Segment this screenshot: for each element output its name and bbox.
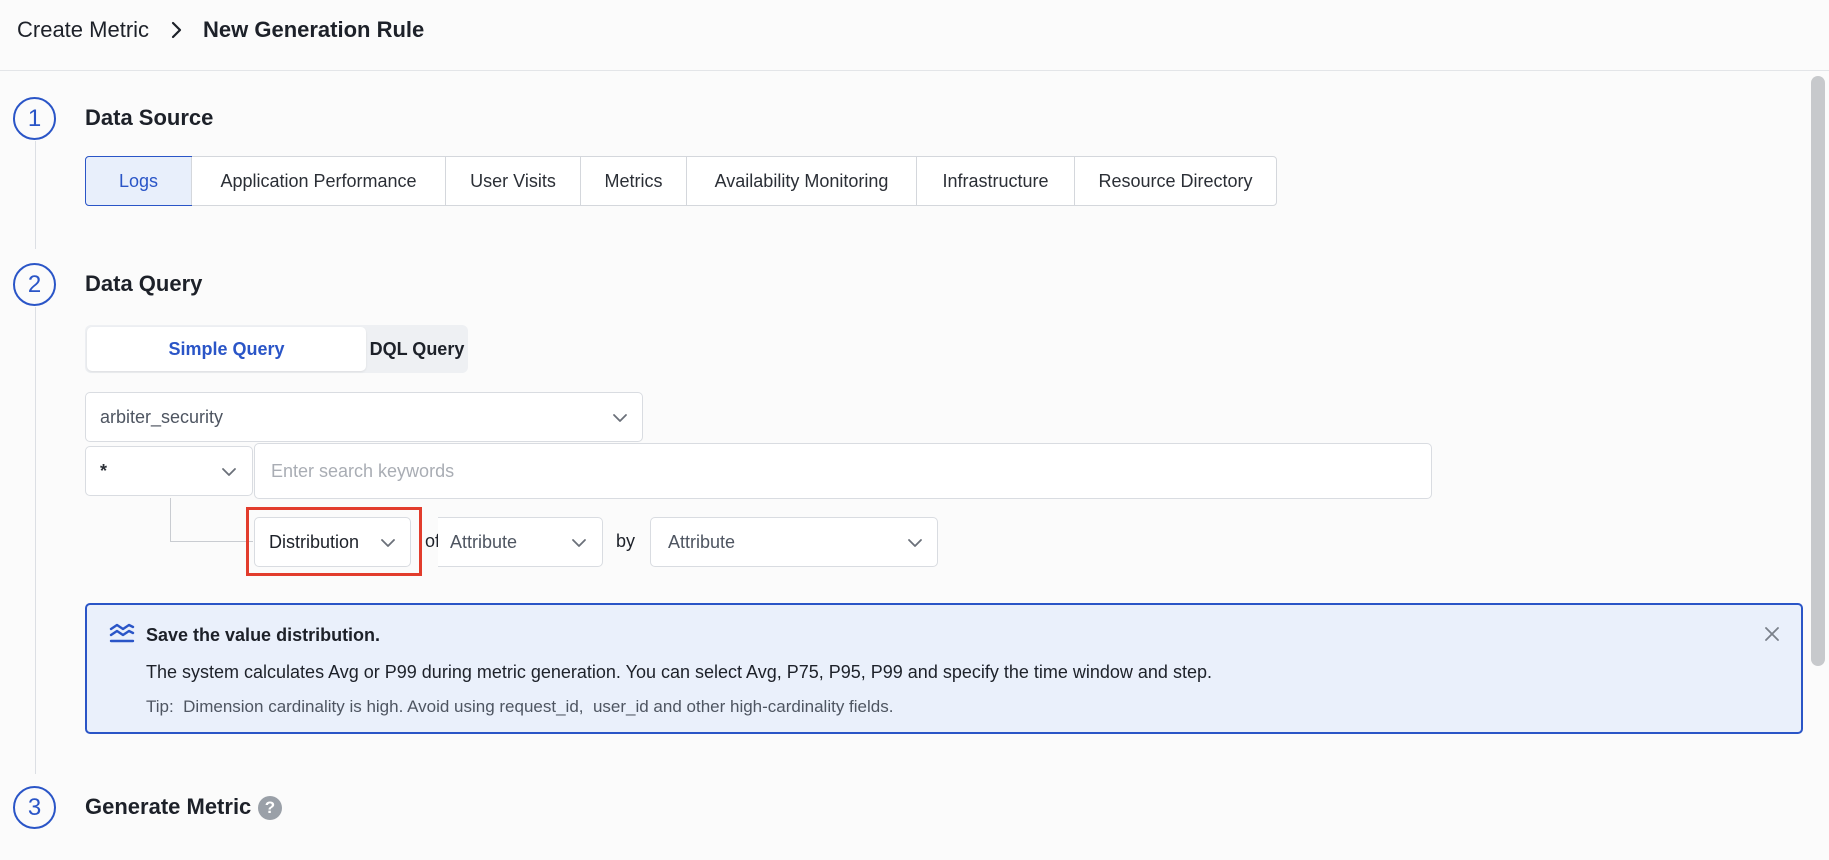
- step-title-data-source: Data Source: [85, 105, 214, 130]
- tab-user-visits[interactable]: User Visits: [445, 157, 580, 205]
- query-connector-line: [170, 498, 253, 542]
- tab-availability-monitoring[interactable]: Availability Monitoring: [686, 157, 916, 205]
- tab-application-performance[interactable]: Application Performance: [191, 157, 445, 205]
- tab-resource-directory[interactable]: Resource Directory: [1074, 157, 1276, 205]
- by-attribute-select[interactable]: Attribute: [650, 517, 938, 567]
- source-select-value: arbiter_security: [100, 406, 224, 427]
- chevron-down-icon: [907, 535, 923, 556]
- chevron-down-icon: [612, 410, 628, 431]
- query-mode-tabs: Simple Query DQL Query: [85, 325, 468, 373]
- chevron-right-icon: [170, 19, 184, 46]
- chevron-down-icon: [571, 535, 587, 556]
- breadcrumb-current: New Generation Rule: [203, 17, 425, 42]
- by-attribute-value: Attribute: [668, 531, 736, 552]
- info-banner-body: The system calculates Avg or P99 during …: [146, 662, 1212, 682]
- breadcrumb-parent[interactable]: Create Metric: [17, 17, 149, 43]
- by-label: by: [616, 531, 636, 551]
- field-select[interactable]: *: [85, 446, 253, 496]
- tab-simple-query[interactable]: Simple Query: [87, 327, 366, 371]
- info-banner: Save the value distribution. The system …: [85, 603, 1803, 734]
- tab-logs[interactable]: Logs: [85, 156, 192, 206]
- help-icon[interactable]: ?: [258, 796, 282, 820]
- field-select-value: *: [100, 460, 108, 481]
- step-number-1: 1: [13, 97, 56, 140]
- step-connector-line: [35, 141, 36, 249]
- step-title-generate-metric: Generate Metric: [85, 794, 252, 819]
- step-number-2: 2: [13, 263, 56, 306]
- tab-metrics[interactable]: Metrics: [580, 157, 686, 205]
- of-attribute-select[interactable]: Attribute: [438, 517, 603, 567]
- scrollbar-thumb[interactable]: [1811, 76, 1825, 666]
- tab-infrastructure[interactable]: Infrastructure: [916, 157, 1074, 205]
- step-title-data-query: Data Query: [85, 271, 203, 296]
- data-source-selector: Logs Application Performance User Visits…: [85, 156, 1277, 206]
- info-banner-title: Save the value distribution.: [146, 625, 381, 645]
- step-number-3: 3: [13, 786, 56, 829]
- search-input[interactable]: [254, 443, 1432, 499]
- page-header: Create Metric New Generation Rule: [0, 0, 1829, 71]
- source-select[interactable]: arbiter_security: [85, 392, 643, 442]
- info-banner-tip: Tip: Dimension cardinality is high. Avoi…: [146, 697, 894, 716]
- highlight-annotation: [246, 507, 422, 576]
- chevron-down-icon: [221, 464, 237, 485]
- step-connector-line: [35, 307, 36, 774]
- of-attribute-value: Attribute: [450, 531, 518, 552]
- tab-dql-query[interactable]: DQL Query: [368, 327, 466, 371]
- distribution-icon: [109, 622, 135, 649]
- close-icon[interactable]: [1763, 625, 1781, 648]
